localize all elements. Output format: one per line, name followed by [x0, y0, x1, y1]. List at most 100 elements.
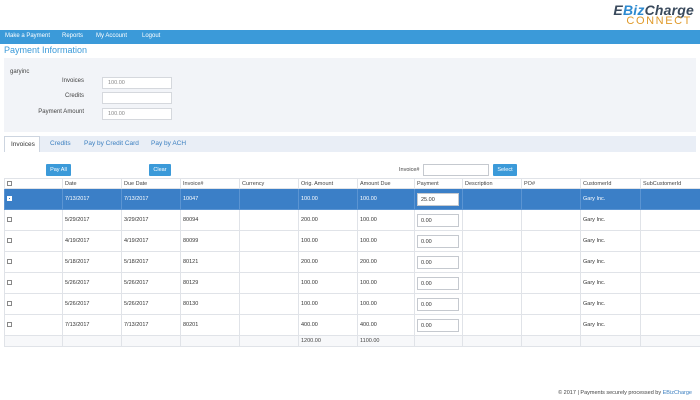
cell-description [462, 230, 522, 252]
cell-date: 5/26/2017 [62, 272, 122, 294]
cell-po [521, 293, 581, 315]
cell-customer-id: Gary Inc. [580, 272, 641, 294]
cell-orig-amount: 200.00 [298, 251, 358, 273]
column-header-subcustomer-id[interactable]: SubCustomerId [640, 178, 700, 189]
credits-total-field[interactable] [102, 92, 172, 104]
payment-input[interactable]: 0.00 [417, 318, 459, 332]
cell-invoice: 80094 [180, 209, 240, 231]
invoice-search-input[interactable] [423, 164, 489, 176]
payment-input[interactable]: 0.00 [417, 234, 459, 248]
invoice-table: Date Due Date Invoice# Currency Orig. Am… [4, 178, 700, 347]
cell-due-date: 5/26/2017 [121, 293, 181, 315]
checkbox-icon[interactable] [7, 180, 12, 186]
cell-invoice: 80130 [180, 293, 240, 315]
table-row[interactable]: 4/19/2017 4/19/2017 80099 100.00 100.00 … [4, 230, 700, 252]
column-header-currency[interactable]: Currency [239, 178, 299, 189]
cell-subcustomer-id [640, 188, 700, 210]
page-title: Payment Information [4, 45, 88, 55]
cell-amount-due: 100.00 [357, 230, 415, 252]
cell-description [462, 272, 522, 294]
checkbox-icon[interactable] [7, 259, 12, 265]
footer-ebizcharge-link[interactable]: EBizCharge [663, 390, 692, 396]
footer: © 2017 | Payments securely processed by … [558, 390, 692, 396]
checkbox-icon[interactable] [7, 217, 12, 223]
cell-description [462, 251, 522, 273]
cell-date: 7/13/2017 [62, 314, 122, 336]
nav-my-account[interactable]: My Account [96, 33, 127, 39]
invoices-total-field[interactable]: 100.00 [102, 77, 172, 89]
tab-credits[interactable]: Credits [44, 136, 76, 152]
table-row[interactable]: 7/13/2017 7/13/2017 10047 100.00 100.00 … [4, 188, 700, 210]
cell-date: 5/18/2017 [62, 251, 122, 273]
checkbox-icon[interactable] [7, 280, 12, 286]
cell-description [462, 293, 522, 315]
payment-amount-field[interactable]: 100.00 [102, 108, 172, 120]
cell-currency [239, 209, 299, 231]
payment-input[interactable]: 0.00 [417, 255, 459, 269]
checkbox-icon[interactable] [7, 322, 12, 328]
cell-orig-amount: 400.00 [298, 314, 358, 336]
cell-amount-due: 100.00 [357, 272, 415, 294]
checkbox-icon[interactable] [7, 301, 12, 307]
tab-invoices[interactable]: Invoices [4, 136, 40, 152]
column-header-date[interactable]: Date [62, 178, 122, 189]
cell-currency [239, 293, 299, 315]
select-all-header[interactable] [4, 178, 63, 189]
tab-pay-by-ach[interactable]: Pay by ACH [145, 136, 193, 152]
checkbox-icon[interactable] [7, 196, 12, 202]
cell-description [462, 209, 522, 231]
table-row[interactable]: 5/26/2017 5/26/2017 80129 100.00 100.00 … [4, 272, 700, 294]
column-header-due-date[interactable]: Due Date [121, 178, 181, 189]
column-header-amount-due[interactable]: Amount Due [357, 178, 415, 189]
payment-input[interactable]: 25.00 [417, 192, 459, 206]
nav-make-a-payment[interactable]: Make a Payment [5, 33, 50, 39]
cell-due-date: 5/26/2017 [121, 272, 181, 294]
table-row[interactable]: 7/13/2017 7/13/2017 80201 400.00 400.00 … [4, 314, 700, 336]
total-orig-amount: 1200.00 [298, 335, 358, 347]
clear-button[interactable]: Clear [149, 164, 171, 176]
cell-customer-id: Gary Inc. [580, 293, 641, 315]
top-nav: Make a Payment Reports My Account Logout [0, 30, 700, 44]
cell-due-date: 7/13/2017 [121, 188, 181, 210]
cell-date: 4/19/2017 [62, 230, 122, 252]
nav-reports[interactable]: Reports [62, 33, 83, 39]
column-header-customer-id[interactable]: CustomerId [580, 178, 641, 189]
column-header-invoice[interactable]: Invoice# [180, 178, 240, 189]
cell-subcustomer-id [640, 314, 700, 336]
table-row[interactable]: 5/18/2017 5/18/2017 80121 200.00 200.00 … [4, 251, 700, 273]
column-header-orig-amount[interactable]: Orig. Amount [298, 178, 358, 189]
column-header-po[interactable]: PO# [521, 178, 581, 189]
cell-date: 5/26/2017 [62, 293, 122, 315]
nav-logout[interactable]: Logout [142, 33, 160, 39]
payment-tabs: Invoices Credits Pay by Credit Card Pay … [4, 136, 696, 152]
cell-po [521, 272, 581, 294]
column-header-description[interactable]: Description [462, 178, 522, 189]
ebizcharge-logo: EBizCharge CONNECT [613, 2, 694, 27]
pay-all-button[interactable]: Pay All [46, 164, 71, 176]
table-row[interactable]: 5/29/2017 3/29/2017 80094 200.00 100.00 … [4, 209, 700, 231]
table-header-row: Date Due Date Invoice# Currency Orig. Am… [4, 178, 700, 189]
cell-due-date: 4/19/2017 [121, 230, 181, 252]
total-amount-due: 1100.00 [357, 335, 415, 347]
totals-row: 1200.00 1100.00 [4, 335, 700, 347]
payment-input[interactable]: 0.00 [417, 297, 459, 311]
cell-subcustomer-id [640, 230, 700, 252]
invoices-label: Invoices [61, 78, 84, 84]
account-name: garyinc [10, 69, 30, 75]
checkbox-icon[interactable] [7, 238, 12, 244]
cell-currency [239, 251, 299, 273]
table-row[interactable]: 5/26/2017 5/26/2017 80130 100.00 100.00 … [4, 293, 700, 315]
invoice-search-label: Invoice# [399, 167, 420, 173]
cell-invoice: 80129 [180, 272, 240, 294]
select-button[interactable]: Select [493, 164, 517, 176]
cell-currency [239, 314, 299, 336]
cell-date: 5/29/2017 [62, 209, 122, 231]
tab-pay-by-credit-card[interactable]: Pay by Credit Card [78, 136, 144, 152]
payment-amount-label: Payment Amount [38, 109, 84, 115]
cell-amount-due: 100.00 [357, 188, 415, 210]
payment-input[interactable]: 0.00 [417, 213, 459, 227]
cell-description [462, 314, 522, 336]
cell-orig-amount: 100.00 [298, 188, 358, 210]
payment-input[interactable]: 0.00 [417, 276, 459, 290]
column-header-payment[interactable]: Payment [414, 178, 463, 189]
